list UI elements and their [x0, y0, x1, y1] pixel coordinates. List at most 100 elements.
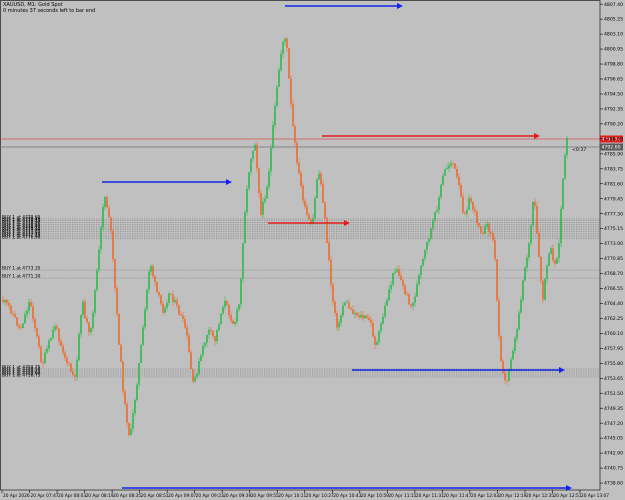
candle-body [12, 313, 14, 315]
candle-body [476, 211, 478, 224]
candle-body [236, 309, 238, 322]
candle-body [98, 249, 100, 271]
time-tick-label: 20 Apr 12:03 [471, 493, 499, 499]
candle-body [440, 184, 442, 198]
candle-body [38, 336, 40, 347]
candle-body [242, 243, 244, 279]
candle-body [200, 355, 202, 361]
candle-body [148, 271, 150, 290]
candle-body [464, 212, 466, 214]
candle-body [444, 169, 446, 176]
price-tick-label: 4794.50 [604, 92, 623, 98]
candle-body [426, 242, 428, 250]
candle-body [380, 323, 382, 331]
candle-body [204, 342, 206, 347]
candle-body [320, 173, 322, 185]
candle-body [388, 289, 390, 301]
candle-body [512, 350, 514, 360]
chart-window[interactable]: XAUUSD, M1: Gold Spot 0 minutes 37 secon… [0, 0, 625, 500]
candle-body [536, 205, 538, 234]
candle-body [92, 312, 94, 328]
candle-body [282, 41, 284, 54]
candle-body [144, 309, 146, 328]
candle-body [436, 210, 438, 213]
candle-body [40, 346, 42, 363]
candle-body [448, 165, 450, 169]
candle-body [366, 315, 368, 318]
candle-body [452, 163, 454, 165]
candle-body [186, 327, 188, 336]
candle-body [24, 314, 26, 324]
candle-body [252, 150, 254, 159]
candle-body [10, 305, 12, 314]
candle-body [434, 212, 436, 221]
candle-body [410, 304, 412, 307]
candle-body [180, 314, 182, 316]
candle-body [560, 208, 562, 244]
candle-body [496, 259, 498, 301]
candle-body [338, 322, 340, 328]
candle-body [492, 232, 494, 241]
candle-body [36, 328, 38, 337]
candle-body [172, 294, 174, 303]
candle-body [316, 179, 318, 198]
candle-body [494, 240, 496, 260]
candle-body [104, 196, 106, 207]
candle-body [224, 300, 226, 308]
pending-order-label: BUY 1 at 4776.90 [2, 234, 41, 240]
candle-body [284, 38, 286, 42]
candle-body [72, 371, 74, 375]
price-tick-label: 4764.40 [604, 301, 623, 307]
price-tick-label: 4768.70 [604, 271, 623, 277]
time-tick-label: 20 Apr 10:59 [361, 493, 389, 499]
candle-body [304, 200, 306, 207]
candle-body [20, 327, 22, 329]
candle-body [446, 168, 448, 170]
candle-body [414, 296, 416, 303]
candle-body [292, 103, 294, 127]
candle-body [258, 168, 260, 194]
candle-body [402, 280, 404, 286]
candle-body [124, 391, 126, 404]
candle-body [22, 323, 24, 329]
candle-body [244, 212, 246, 244]
candle-body [370, 320, 372, 323]
candle-body [270, 147, 272, 172]
candle-body [520, 299, 522, 313]
candle-body [288, 48, 290, 79]
candle-body [30, 302, 32, 307]
price-tick-label: 4807.40 [604, 2, 623, 8]
candle-body [182, 315, 184, 320]
candle-body [32, 306, 34, 319]
candle-body [90, 327, 92, 333]
time-tick-label: 20 Apr 10:11 [278, 493, 306, 499]
candle-body [16, 317, 18, 326]
price-tick-label: 4800.95 [604, 47, 623, 53]
time-tick-label: 20 Apr 10:27 [306, 493, 334, 499]
candle-body [498, 300, 500, 336]
candle-body [514, 338, 516, 351]
candle-body [76, 360, 78, 377]
candle-body [254, 144, 256, 151]
candle-body [508, 370, 510, 381]
time-tick-label: 20 Apr 2026 [3, 493, 30, 499]
candle-body [8, 302, 10, 306]
candle-body [192, 369, 194, 382]
candle-body [428, 238, 430, 243]
candle-body [466, 209, 468, 214]
candle-body [256, 144, 258, 169]
candle-body [266, 186, 268, 199]
time-tick-label: 20 Apr 11:31 [416, 493, 444, 499]
candle-body [490, 231, 492, 233]
candle-body [142, 327, 144, 346]
candle-body [306, 206, 308, 215]
candle-body [308, 214, 310, 220]
candle-body [334, 301, 336, 314]
candle-body [506, 380, 508, 381]
candle-body [260, 193, 262, 215]
candle-body [280, 53, 282, 70]
candle-body [372, 322, 374, 337]
candle-body [234, 321, 236, 324]
candle-body [294, 126, 296, 143]
candle-body [522, 280, 524, 300]
